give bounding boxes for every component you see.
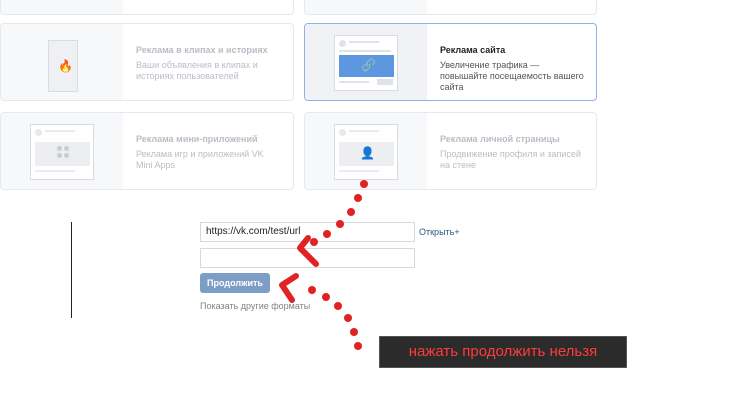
- arrow-head-lower: [279, 273, 299, 303]
- card-thumbnail: 🔗: [305, 24, 427, 100]
- second-input[interactable]: [200, 248, 415, 268]
- fire-icon: 🔥: [58, 59, 73, 73]
- arrow-dot: [354, 194, 362, 202]
- card-thumbnail: [1, 0, 123, 14]
- card-title: Реклама мини-приложений: [136, 134, 258, 144]
- format-card-top-left[interactable]: [0, 0, 294, 15]
- arrow-dot: [347, 208, 355, 216]
- arrow-dot: [344, 314, 352, 322]
- arrow-dot: [350, 328, 358, 336]
- card-thumbnail: [1, 113, 123, 189]
- format-card-personal-page[interactable]: 👤 Реклама личной страницы Продвижение пр…: [304, 112, 597, 190]
- arrow-dot: [334, 302, 342, 310]
- card-description: Увеличение трафика — повышайте посещаемо…: [440, 60, 584, 92]
- post-mockup: [30, 124, 94, 180]
- post-mockup: 👤: [334, 124, 398, 180]
- user-icon: 👤: [360, 146, 375, 160]
- apps-grid-icon: [57, 146, 69, 158]
- card-description: Продвижение профиля и записей на стене: [440, 149, 581, 170]
- card-title: Реклама в клипах и историях: [136, 45, 268, 55]
- arrow-dot: [354, 342, 362, 350]
- card-thumbnail: [305, 0, 427, 14]
- arrow-dot: [308, 286, 316, 294]
- plus-icon: +: [454, 227, 460, 237]
- format-card-website[interactable]: 🔗 Реклама сайта Увеличение трафика — пов…: [304, 23, 597, 101]
- card-description: Ваши объявления в клипах и историях поль…: [136, 60, 258, 81]
- vertical-divider: [71, 222, 72, 318]
- card-description: Реклама игр и приложений VK Mini Apps: [136, 149, 264, 170]
- annotation-note: нажать продолжить нельзя: [379, 336, 627, 368]
- phone-mockup: 🔥: [48, 40, 78, 92]
- continue-button[interactable]: Продолжить: [200, 273, 270, 293]
- format-card-clips-stories[interactable]: 🔥 Реклама в клипах и историях Ваши объяв…: [0, 23, 294, 101]
- card-title: Реклама сайта: [440, 45, 506, 55]
- link-icon: 🔗: [361, 58, 376, 72]
- card-thumbnail: 👤: [305, 113, 427, 189]
- show-other-formats-link[interactable]: Показать другие форматы: [200, 301, 310, 311]
- card-thumbnail: 🔥: [1, 24, 123, 100]
- open-link-label: Открыть: [419, 227, 455, 237]
- format-card-mini-apps[interactable]: Реклама мини-приложений Реклама игр и пр…: [0, 112, 294, 190]
- format-card-top-right[interactable]: [304, 0, 597, 15]
- url-input[interactable]: https://vk.com/test/url: [200, 222, 415, 242]
- post-mockup: 🔗: [334, 35, 398, 91]
- arrow-dot: [322, 293, 330, 301]
- open-link[interactable]: Открыть+: [419, 227, 460, 237]
- card-title: Реклама личной страницы: [440, 134, 560, 144]
